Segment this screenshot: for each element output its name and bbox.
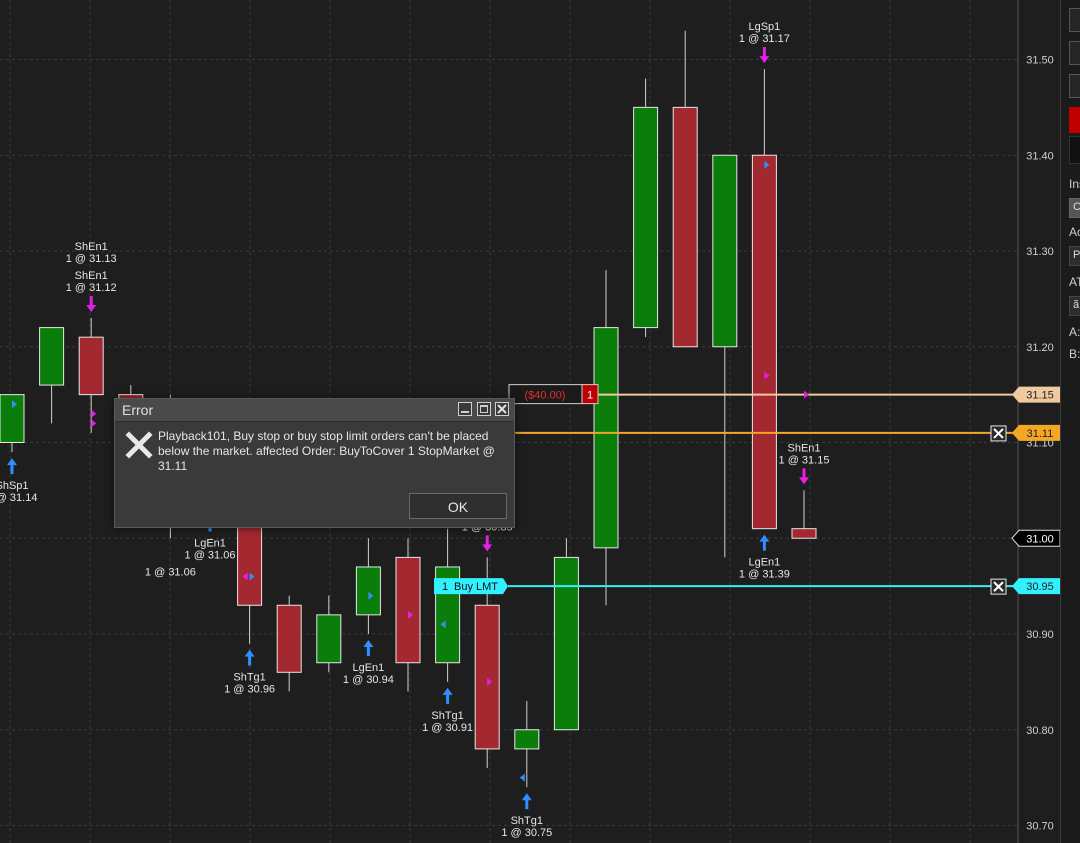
error-x-icon [125,431,153,459]
candle-body [633,106,659,329]
candle-body [514,729,540,750]
buy-arrow-head [442,687,453,695]
buy-arrow-head [7,458,17,466]
error-dialog: Error Playback101, Buy stop or buy stop … [114,398,515,528]
pnl-text: ($40.00) [525,390,566,402]
sell-arrow-head [482,544,493,552]
cancel-order-icon[interactable] [990,578,1007,595]
dialog-title: Error [122,402,154,418]
candle-body [791,528,817,539]
candle-body [553,556,579,731]
fill-marker [91,409,97,418]
buy-arrow-head [363,640,374,647]
ok-button[interactable]: OK [409,493,507,519]
price-label-text: 31.15 [1026,390,1054,402]
candle-body [672,106,698,348]
execution-name: ShEn1 [75,241,108,253]
execution-price: 1 @ 30.94 [343,674,394,686]
atm-label: AT [1069,275,1080,289]
candle-body [593,327,619,549]
execution-price: 1 @ 31.17 [739,33,790,45]
execution-name: ShSp1 [0,480,29,492]
buy-limit-order-label[interactable]: 1 Buy LMT [434,578,508,595]
candle-body [316,614,342,664]
buy-arrow-head [244,649,255,657]
order-label-text: Buy LMT [454,581,498,593]
account-field[interactable]: P [1069,246,1080,266]
panel-button[interactable] [1069,74,1080,98]
execution-name: LgEn1 [748,557,780,569]
y-tick-label: 31.20 [1026,342,1054,354]
execution-price: 1 @ 31.06 [185,550,236,562]
fill-marker [519,773,525,782]
buy-arrow-head [759,534,770,542]
execution-name: LgEn1 [194,538,226,550]
price-label-text: 31.11 [1027,428,1054,440]
last-price-text: 31.00 [1026,533,1054,545]
price-markers-layer: 31.15 31.11 30.95 31.00 ($40.00) 1 1 Buy LMT [434,384,1060,595]
execution-price: 1 @ 30.91 [422,722,473,734]
execution-name: LgSp1 [748,21,780,33]
close-icon[interactable] [495,402,509,416]
side-panel: Ins C Ac P AT ã A: B: [1060,0,1080,843]
y-tick-label: 30.80 [1026,725,1054,737]
sell-arrow-head [86,305,97,313]
ask-label: A: [1069,325,1080,339]
candle-body [237,518,263,606]
fill-marker [91,419,97,428]
execution-price: 1 @ 31.13 [66,253,117,265]
dialog-titlebar[interactable]: Error [115,399,514,422]
y-tick-label: 31.30 [1026,246,1054,258]
panel-button[interactable] [1069,41,1080,65]
execution-price: 1 @ 30.96 [224,684,275,696]
execution-price: 1 @ 31.06 [145,566,196,578]
sell-arrow-head [759,56,770,64]
y-tick-label: 30.90 [1026,629,1054,641]
candle-body [276,604,302,673]
candle-body [39,327,65,386]
sell-button[interactable] [1069,107,1080,133]
execution-name: ShEn1 [787,442,820,454]
candle-body [78,336,104,396]
atm-field[interactable]: ã [1069,296,1080,316]
execution-price: 1 @ 30.75 [501,827,552,839]
candle-body [751,154,777,530]
panel-button[interactable] [1069,8,1080,32]
execution-name: ShTg1 [511,815,543,827]
y-tick-label: 30.70 [1026,821,1054,833]
instrument-field[interactable]: C [1069,198,1080,218]
sell-arrow-head [799,477,809,485]
execution-price: 1 @ 31.14 [0,492,37,504]
execution-name: ShTg1 [431,710,463,722]
price-label-text: 30.95 [1026,581,1054,593]
y-tick-label: 31.50 [1026,55,1054,67]
execution-name: ShTg1 [233,672,265,684]
panel-button[interactable] [1069,136,1080,164]
y-tick-label: 31.40 [1026,150,1054,162]
candle-body [474,604,500,750]
candle-body [395,556,421,664]
execution-name: ShEn1 [75,270,108,282]
instrument-label: Ins [1069,177,1080,191]
minimize-icon[interactable] [458,402,472,416]
candle-body [355,566,381,616]
execution-price: 1 @ 31.15 [779,454,830,466]
dialog-message: Playback101, Buy stop or buy stop limit … [158,429,495,473]
cancel-order-icon[interactable] [990,425,1007,442]
bid-label: B: [1069,347,1080,361]
execution-price: 1 @ 31.39 [739,569,790,581]
position-qty-text: 1 [587,390,593,402]
execution-price: 1 @ 31.12 [66,282,117,294]
y-axis-ticks: 31.5031.4031.3031.2031.1031.0030.9030.80… [1026,55,1054,833]
account-label: Ac [1069,225,1080,239]
execution-name: LgEn1 [352,662,384,674]
order-qty-text: 1 [442,581,448,593]
candle-body [712,154,738,348]
position-pnl-box: ($40.00) 1 [508,384,599,405]
buy-arrow-head [521,793,532,801]
maximize-icon[interactable] [477,402,491,416]
fill-marker [804,390,809,399]
